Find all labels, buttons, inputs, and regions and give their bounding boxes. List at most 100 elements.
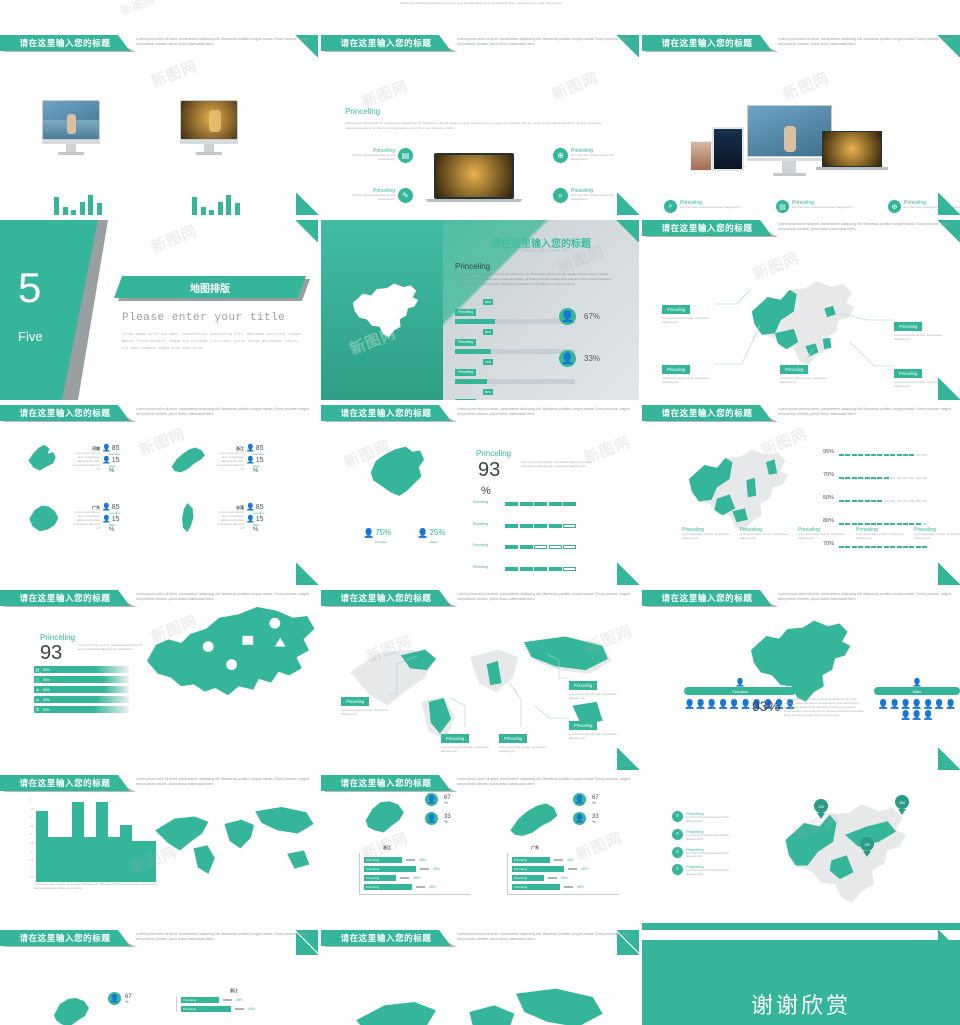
slide-thumbnail-6[interactable]: 请在这里输入您的标题 Lorem ipsum dolor sit amet, c… [642, 220, 960, 400]
map-callout[interactable]: Princeling Lorem ipsum dolor sit amet, c… [441, 727, 489, 754]
partial-card[interactable]: Princ Lorem ipsum dolor sit amet,consect… [768, 0, 828, 1]
slide-banner[interactable]: 请在这里输入您的标题 [642, 220, 772, 236]
province-block[interactable]: 台湾 Lorem ipsum dolor sit amet, consectet… [168, 500, 265, 536]
search-icon[interactable]: ⌕ [672, 846, 683, 858]
segment-row[interactable]: Princeling [473, 536, 578, 554]
list-item[interactable]: ⌕ Princeling love The prince lovestronss… [672, 828, 738, 842]
legend-item[interactable]: Princeling Lorem ipsum dolor sit amet, c… [914, 527, 960, 541]
slide-thumbnail-12[interactable]: 请在这里输入您的标题 Lorem ipsum dolor sit amet, c… [642, 590, 960, 770]
document-icon[interactable]: ▤ [776, 200, 789, 213]
list-item[interactable]: ⌕ Princeling love The prince lovestronss… [672, 811, 738, 824]
search-icon[interactable]: ⌕ [672, 864, 683, 876]
section-title-plate[interactable]: 地图排版 [114, 276, 306, 298]
slide-thumbnail-partial-2[interactable]: Princ Lorem ipsum dolor sit amet,consect… [642, 0, 960, 35]
province-group[interactable]: 👤 67% 👤 33% 广东 Princeling 45% Princeling… [507, 793, 619, 895]
slide-banner[interactable]: 请在这里输入您的标题 [642, 405, 772, 421]
bar-row[interactable]: Princeling 45% [364, 875, 471, 881]
slide-banner[interactable]: 请在这里输入您的标题 [642, 35, 772, 51]
bar-row[interactable]: Princeling 45% [364, 857, 471, 863]
list-item[interactable]: ⌕ Princeling love The prince lovestronss… [672, 864, 738, 877]
search-icon[interactable]: ⌕ [672, 811, 683, 822]
dashed-row[interactable]: 95% [818, 443, 928, 461]
map-callout[interactable]: Princeling Lorem ipsum dolor sit amet, c… [569, 674, 617, 701]
province-block[interactable]: 河南 Lorem ipsum dolor sit amet, consectet… [24, 441, 121, 477]
segment-row[interactable]: Princeling [473, 558, 578, 576]
legend-item[interactable]: Princeling Lorem ipsum dolor sit amet, c… [682, 527, 730, 541]
segment-row[interactable]: Princeling [473, 515, 578, 533]
bar-row[interactable]: Princeling 45% [512, 857, 619, 863]
slide-banner[interactable]: 请在这里输入您的标题 [642, 590, 772, 606]
bar-row[interactable]: Princeling 60% [455, 389, 575, 400]
list-item[interactable]: ⌕ Princeling love The prince lovestronss… [672, 846, 738, 860]
slide-thumbnail-15[interactable]: 新图网 ⌕ Princeling love The prince lovestr… [642, 775, 960, 955]
icon-bar-row[interactable]: ▲ 50% [34, 686, 129, 693]
slide-thumbnail-1[interactable]: 请在这里输入您的标题 Lorem ipsum dolor sit amet, c… [0, 35, 318, 215]
feature-item[interactable]: ⌕ Princeling love The prince lovestronss… [664, 200, 746, 213]
map-callout[interactable]: Princeling Lorem ipsum dolor sit amet, c… [662, 358, 714, 385]
dashed-row[interactable]: 70% [818, 466, 928, 484]
partial-card[interactable]: Princ Lorem ipsum dolor sit amet,consect… [874, 0, 934, 1]
bar-row[interactable]: Princeling 45% [512, 866, 619, 872]
bar-row[interactable]: Princeling 80% [455, 329, 575, 354]
slide-banner[interactable]: 请在这里输入您的标题 [321, 930, 451, 946]
feature-item[interactable]: ▤ Princeling love The prince lovestronss… [776, 200, 858, 213]
feature-item[interactable]: ⊕ Princeling love The prince lovestronss… [553, 148, 615, 163]
globe-icon[interactable]: ⊕ [888, 200, 901, 213]
dashed-row[interactable]: 50% [818, 489, 928, 507]
province-block[interactable]: 浙江 Lorem ipsum dolor sit amet, consectet… [168, 441, 265, 477]
icon-bar-row[interactable]: ▤ 50% [34, 666, 129, 673]
icon-bar-row[interactable]: ⏱ 50% [34, 706, 129, 713]
map-callout[interactable]: Princeling Lorem ipsum dolor sit amet, c… [341, 690, 389, 717]
bar-row[interactable]: Princeling 45% [512, 884, 619, 890]
slide-thumbnail-13[interactable]: 请在这里输入您的标题 Lorem ipsum dolor sit amet, c… [0, 775, 318, 955]
slide-thumbnail-2[interactable]: 请在这里输入您的标题 Lorem ipsum dolor sit amet, c… [321, 35, 639, 215]
slide-banner[interactable]: 请在这里输入您的标题 [321, 35, 451, 51]
segment-row[interactable]: Princeling [473, 493, 578, 511]
slide-thumbnail-18[interactable]: 谢谢欣赏 [642, 930, 960, 1025]
map-pin[interactable]: 2M [895, 795, 909, 815]
document-icon[interactable]: ▤ [398, 148, 413, 163]
bar-row[interactable]: Princeling 45% [364, 884, 471, 890]
feature-item[interactable]: Princeling love The prince lovestronsses… [351, 148, 413, 163]
map-pin[interactable]: 2M [860, 837, 874, 857]
slide-banner[interactable]: 请在这里输入您的标题 [321, 405, 451, 421]
slide-banner[interactable]: 请在这里输入您的标题 [321, 775, 451, 791]
map-pin[interactable]: 2M [814, 799, 828, 819]
bar-row[interactable]: Princeling 45% [181, 1006, 292, 1012]
slide-thumbnail-9[interactable]: 请在这里输入您的标题 Lorem ipsum dolor sit amet, c… [642, 405, 960, 585]
search-icon[interactable]: ⌕ [664, 200, 677, 213]
slide-thumbnail-partial-1[interactable]: Pellentesque habitant morbi tristique se… [321, 0, 639, 35]
slide-thumbnail-5[interactable]: 请在这里输入您的标题 Please enter your title Princ… [321, 220, 639, 400]
partial-card[interactable]: Princ Lorem ipsum dolor sit amet,consect… [662, 0, 722, 1]
slide-thumbnail-8[interactable]: 请在这里输入您的标题 Lorem ipsum dolor sit amet, c… [321, 405, 639, 585]
map-callout[interactable]: Princeling Lorem ipsum dolor sit amet, c… [780, 358, 832, 385]
pen-icon[interactable]: ✎ [398, 188, 413, 203]
search-icon[interactable]: ⌕ [553, 188, 568, 203]
map-callout[interactable]: Princeling Lorem ipsum dolor sit amet, c… [894, 315, 946, 342]
map-callout[interactable]: Princeling Lorem ipsum dolor sit amet, c… [662, 298, 714, 325]
legend-item[interactable]: Princeling Lorem ipsum dolor sit amet, c… [798, 527, 846, 541]
slide-thumbnail-14[interactable]: 请在这里输入您的标题 Lorem ipsum dolor sit amet, c… [321, 775, 639, 955]
icon-bar-row[interactable]: ▢ 50% [34, 676, 129, 683]
slide-banner[interactable]: 请在这里输入您的标题 [0, 930, 130, 946]
bar-row[interactable]: Princeling 45% [512, 875, 619, 881]
slide-thumbnail-3[interactable]: 请在这里输入您的标题 Lorem ipsum dolor sit amet, c… [642, 35, 960, 215]
search-icon[interactable]: ⌕ [672, 828, 683, 840]
slide-thumbnail-4[interactable]: 5 Five 地图排版 Please enter your title Lore… [0, 220, 318, 400]
slide-banner[interactable]: 请在这里输入您的标题 [0, 775, 130, 791]
slide-banner[interactable]: 请在这里输入您的标题 [0, 35, 130, 51]
icon-bar-row[interactable]: ◎ 50% [34, 696, 129, 703]
slide-thumbnail-7[interactable]: 请在这里输入您的标题 Lorem ipsum dolor sit amet, c… [0, 405, 318, 585]
slide-thumbnail-10[interactable]: 请在这里输入您的标题 Lorem ipsum dolor sit amet, c… [0, 590, 318, 770]
bar-row[interactable]: Princeling 45% [181, 997, 292, 1003]
map-callout[interactable]: Princeling Lorem ipsum dolor sit amet, c… [499, 727, 547, 754]
province-group[interactable]: 👤 67% 👤 33% 浙江 Princeling 45% Princeling… [359, 793, 471, 895]
slide-thumbnail-16[interactable]: 请在这里输入您的标题 Lorem ipsum dolor sit amet, c… [0, 930, 318, 1025]
legend-item[interactable]: Princeling Lorem ipsum dolor sit amet, c… [740, 527, 788, 541]
map-callout[interactable]: Princeling Lorem ipsum dolor sit amet, c… [569, 714, 617, 741]
legend-item[interactable]: Princeling Lorem ipsum dolor sit amet, c… [856, 527, 904, 541]
slide-banner[interactable]: 请在这里输入您的标题 [0, 590, 130, 606]
slide-thumbnail-17[interactable]: 请在这里输入您的标题 Lorem ipsum dolor sit amet, c… [321, 930, 639, 1025]
slide-banner[interactable]: 请在这里输入您的标题 [321, 590, 451, 606]
segment-row[interactable]: Princeling [473, 579, 578, 585]
